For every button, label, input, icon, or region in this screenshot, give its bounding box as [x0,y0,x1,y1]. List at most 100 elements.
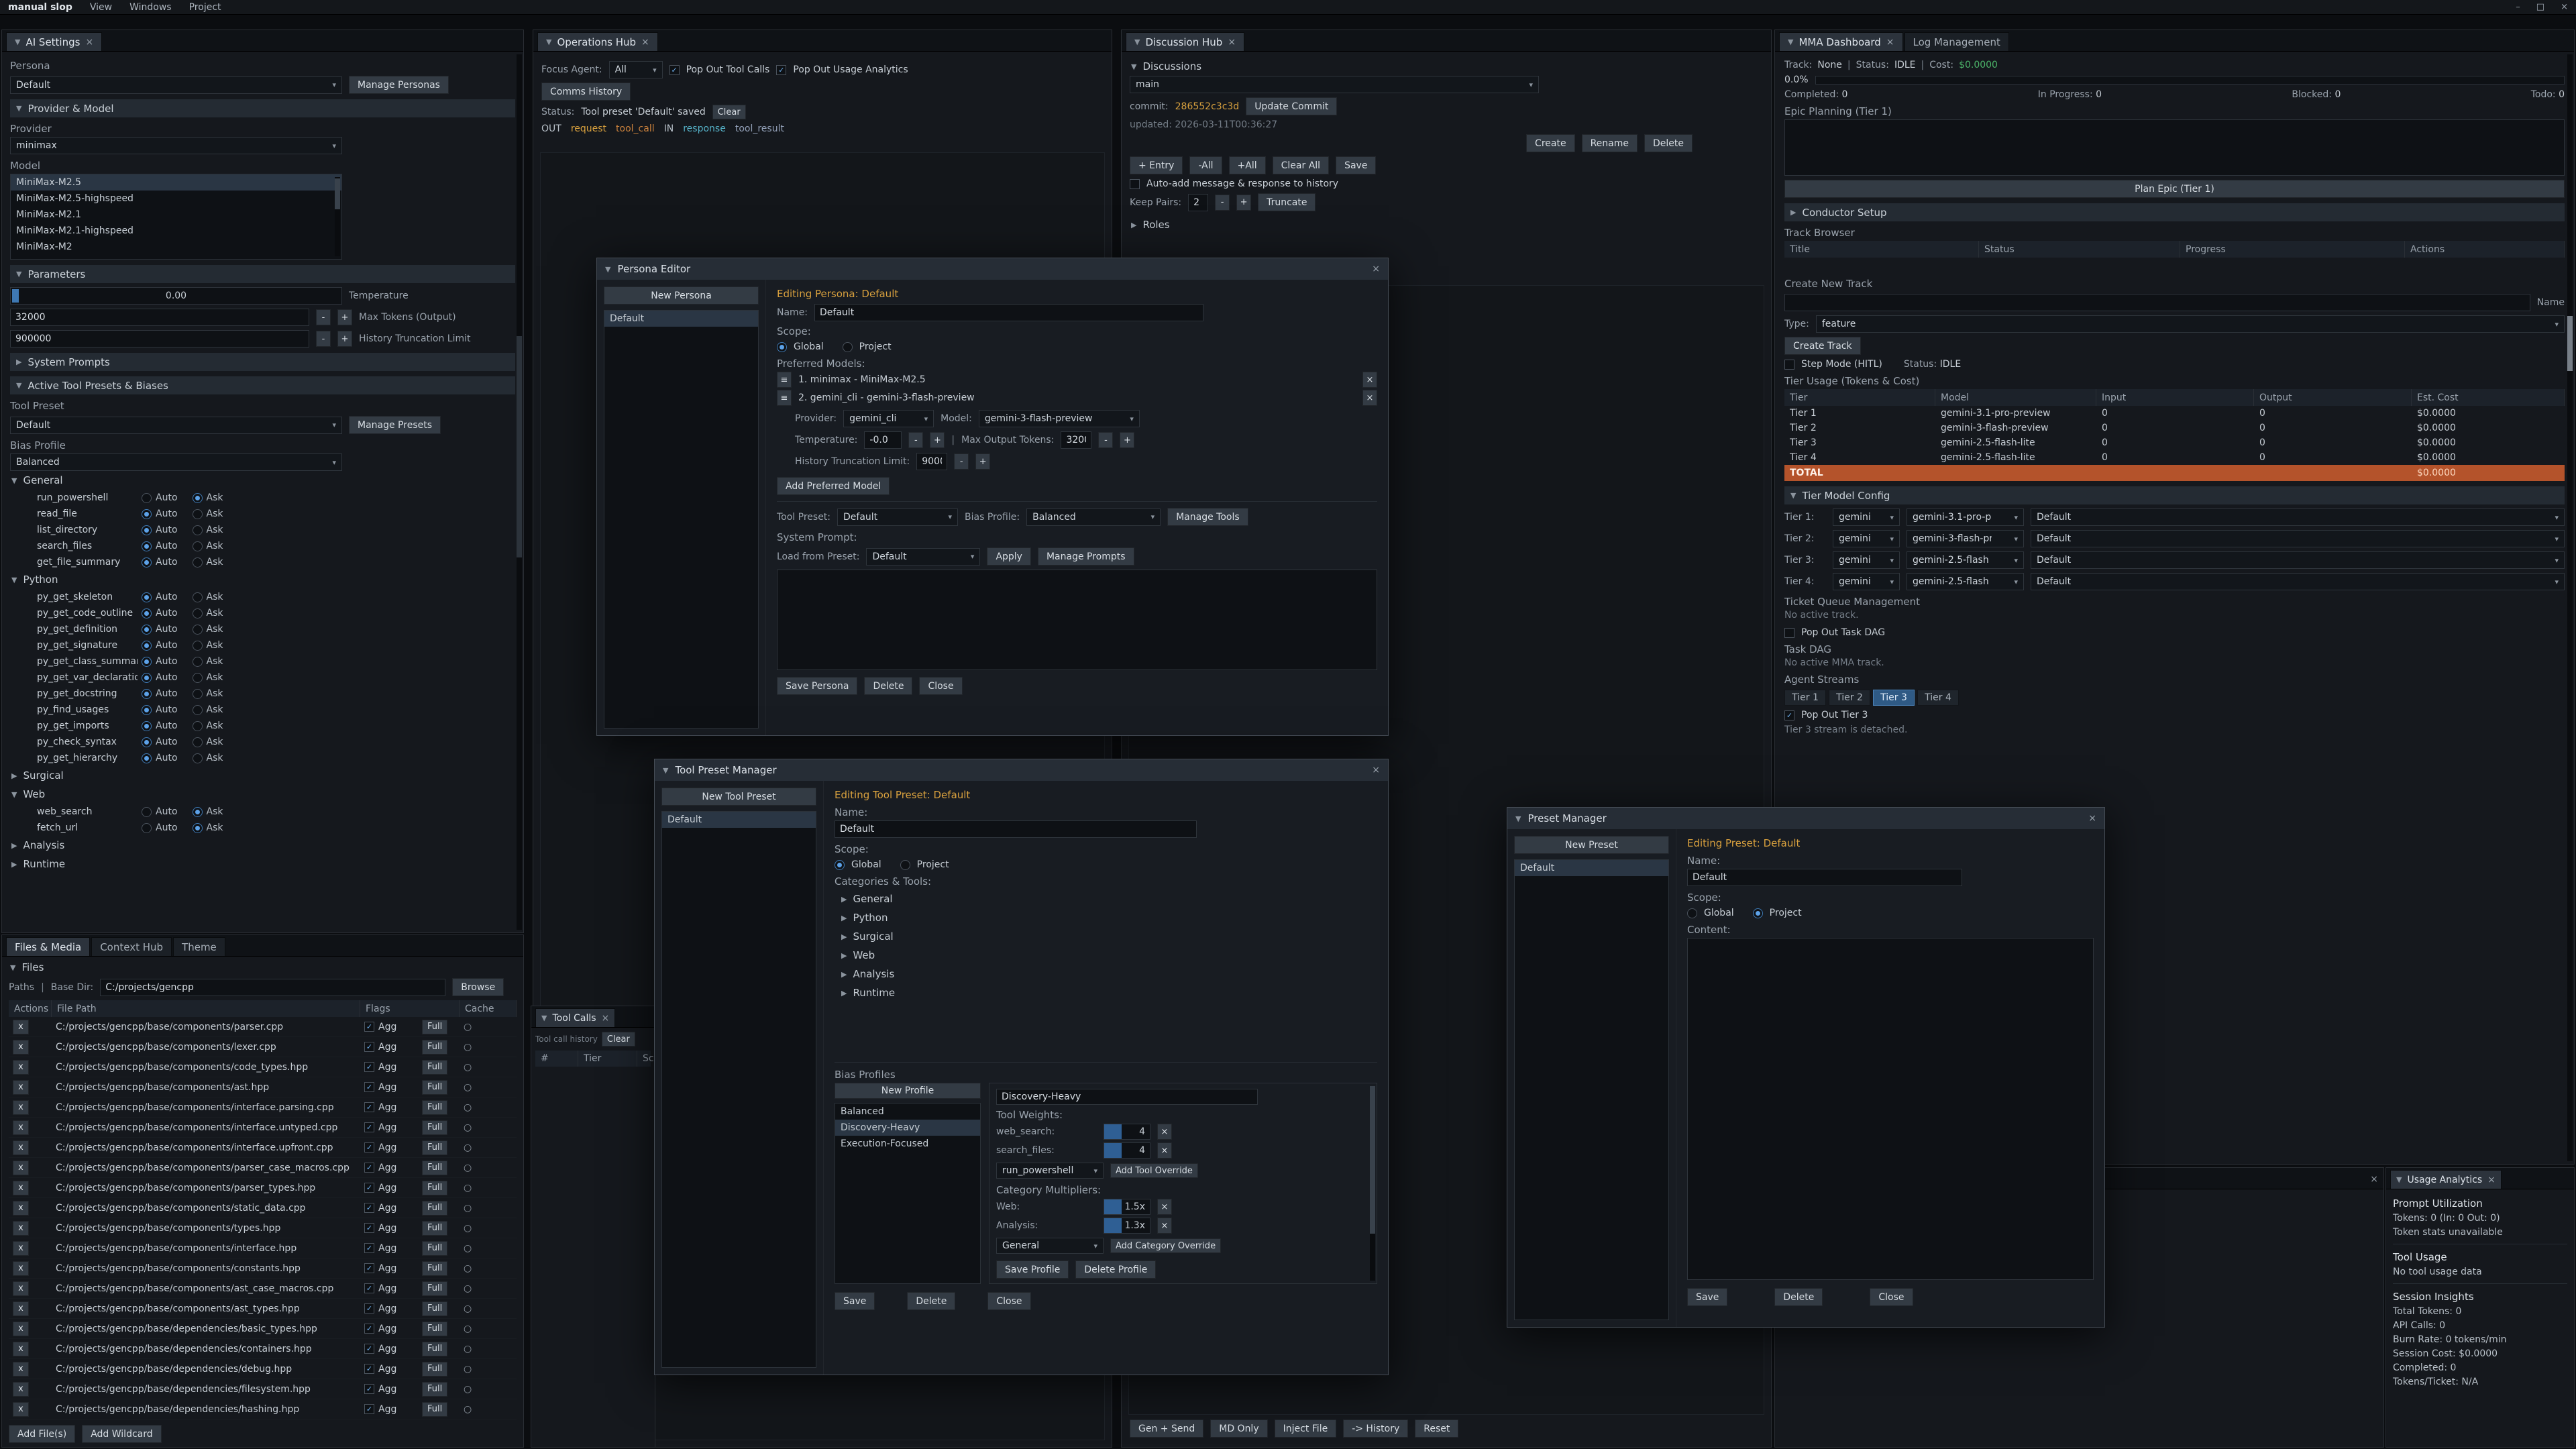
agg-checkbox[interactable] [364,1163,374,1173]
model-option[interactable]: MiniMax-M2.5 [11,174,341,191]
model-option[interactable]: MiniMax-M2.5-highspeed [11,191,341,207]
auto-radio[interactable] [142,721,152,731]
system-prompts-header[interactable]: ▶ System Prompts [10,353,515,371]
auto-radio[interactable] [142,673,152,683]
cache-indicator[interactable]: ○ [460,1283,517,1294]
remove-file-button[interactable]: x [13,1362,29,1377]
agg-checkbox[interactable] [364,1283,374,1293]
scope-project-radio[interactable] [1753,908,1763,918]
manage-prompts-button[interactable]: Manage Prompts [1038,547,1134,566]
decrement-button[interactable]: - [316,331,331,347]
remove-file-button[interactable]: x [13,1241,29,1256]
cache-indicator[interactable]: ○ [460,1364,517,1375]
ask-radio[interactable] [193,753,203,763]
persona-name-input[interactable] [814,304,1203,321]
full-button[interactable]: Full [422,1221,447,1236]
ask-radio[interactable] [193,493,203,503]
full-button[interactable]: Full [422,1241,447,1256]
track-name-input[interactable] [1784,294,2530,311]
tier-provider-select[interactable]: gemini ▾ [1833,551,1900,569]
parameters-header[interactable]: ▼ Parameters [10,265,515,283]
manage-personas-button[interactable]: Manage Personas [349,76,449,94]
ask-radio[interactable] [193,721,203,731]
menu-item[interactable]: View [90,2,112,13]
agg-checkbox[interactable] [364,1223,374,1233]
weight-drag-input[interactable]: 4 [1104,1124,1150,1140]
tier-provider-select[interactable]: gemini ▾ [1833,530,1900,547]
ask-radio[interactable] [193,525,203,535]
auto-radio[interactable] [142,823,152,833]
cache-indicator[interactable]: ○ [460,1324,517,1334]
scope-global-radio[interactable] [835,860,845,870]
tab-tool-calls[interactable]: ▼ Tool Calls × [535,1008,615,1027]
manage-presets-button[interactable]: Manage Presets [349,416,441,434]
scope-project-radio[interactable] [900,860,910,870]
tab-discussion-hub[interactable]: ▼ Discussion Hub × [1126,32,1244,51]
model-option[interactable]: MiniMax-M2.1-highspeed [11,223,341,239]
create-track-button[interactable]: Create Track [1784,337,1861,355]
full-button[interactable]: Full [422,1261,447,1276]
category-web[interactable]: ▼ Web [10,785,515,804]
slider-grab[interactable] [12,289,19,303]
auto-radio[interactable] [142,493,152,503]
provider-model-header[interactable]: ▼ Provider & Model [10,99,515,117]
tier-provider-select[interactable]: gemini ▾ [1833,573,1900,590]
decrement-button[interactable]: - [316,309,331,325]
tier-model-select[interactable]: gemini-2.5-flash ▾ [1907,573,2024,590]
remove-file-button[interactable]: x [13,1020,29,1034]
remove-multiplier-button[interactable]: × [1157,1199,1172,1215]
auto-radio[interactable] [142,608,152,619]
close-button[interactable]: Close [987,1292,1030,1310]
reorder-grip-icon[interactable]: ≡ [777,372,792,388]
keep-pairs-input[interactable] [1188,194,1208,211]
close-icon[interactable]: × [2561,2,2568,12]
new-profile-button[interactable]: New Profile [835,1083,981,1099]
agg-checkbox[interactable] [364,1142,374,1152]
ask-radio[interactable] [193,541,203,551]
weight-drag-input[interactable]: 4 [1104,1142,1150,1159]
close-tab-icon[interactable]: × [641,37,649,48]
auto-radio[interactable] [142,509,152,519]
temperature-input[interactable] [864,431,902,449]
stream-tab[interactable]: Tier 1 [1784,690,1826,706]
cache-indicator[interactable]: ○ [460,1183,517,1193]
remove-file-button[interactable]: x [13,1100,29,1115]
close-button[interactable]: Close [919,677,962,695]
cache-indicator[interactable]: ○ [460,1344,517,1354]
ask-radio[interactable] [193,737,203,747]
persona-select[interactable]: Default ▾ [10,76,342,94]
discussion-action-button[interactable]: Inject File [1275,1419,1337,1438]
persona-list-item[interactable]: Default [604,311,758,327]
ask-radio[interactable] [193,608,203,619]
cache-indicator[interactable]: ○ [460,1404,517,1415]
dialog-titlebar[interactable]: ▼ Persona Editor × [597,258,1388,280]
tier-model-select[interactable]: gemini-2.5-flash ▾ [1907,551,2024,569]
cache-indicator[interactable]: ○ [460,1022,517,1032]
agg-checkbox[interactable] [364,1324,374,1334]
full-button[interactable]: Full [422,1140,447,1155]
close-tab-icon[interactable]: × [1886,37,1894,48]
paths-label[interactable]: Paths [9,982,34,993]
increment-button[interactable]: + [1120,432,1134,448]
scrollbar[interactable] [517,54,522,930]
full-button[interactable]: Full [422,1161,447,1175]
auto-radio[interactable] [142,592,152,602]
decrement-button[interactable]: - [954,453,969,470]
menu-item[interactable]: Windows [129,2,172,13]
truncate-button[interactable]: Truncate [1258,193,1316,211]
files-section-header[interactable]: ▼ Files [9,958,517,977]
full-button[interactable]: Full [422,1281,447,1296]
load-preset-select[interactable]: Default ▾ [866,548,980,566]
category-node[interactable]: ▶ General [835,890,1377,908]
model-option[interactable]: MiniMax-M2 [11,239,341,255]
remove-file-button[interactable]: x [13,1322,29,1336]
agg-checkbox[interactable] [364,1404,374,1414]
agg-checkbox[interactable] [364,1122,374,1132]
entry-button[interactable]: + Entry [1130,156,1183,174]
scrollbar[interactable] [1370,1086,1375,1281]
remove-file-button[interactable]: x [13,1301,29,1316]
scrollbar-thumb[interactable] [335,178,340,209]
remove-file-button[interactable]: x [13,1342,29,1356]
scrollbar[interactable] [2567,54,2573,1161]
agg-checkbox[interactable] [364,1042,374,1052]
